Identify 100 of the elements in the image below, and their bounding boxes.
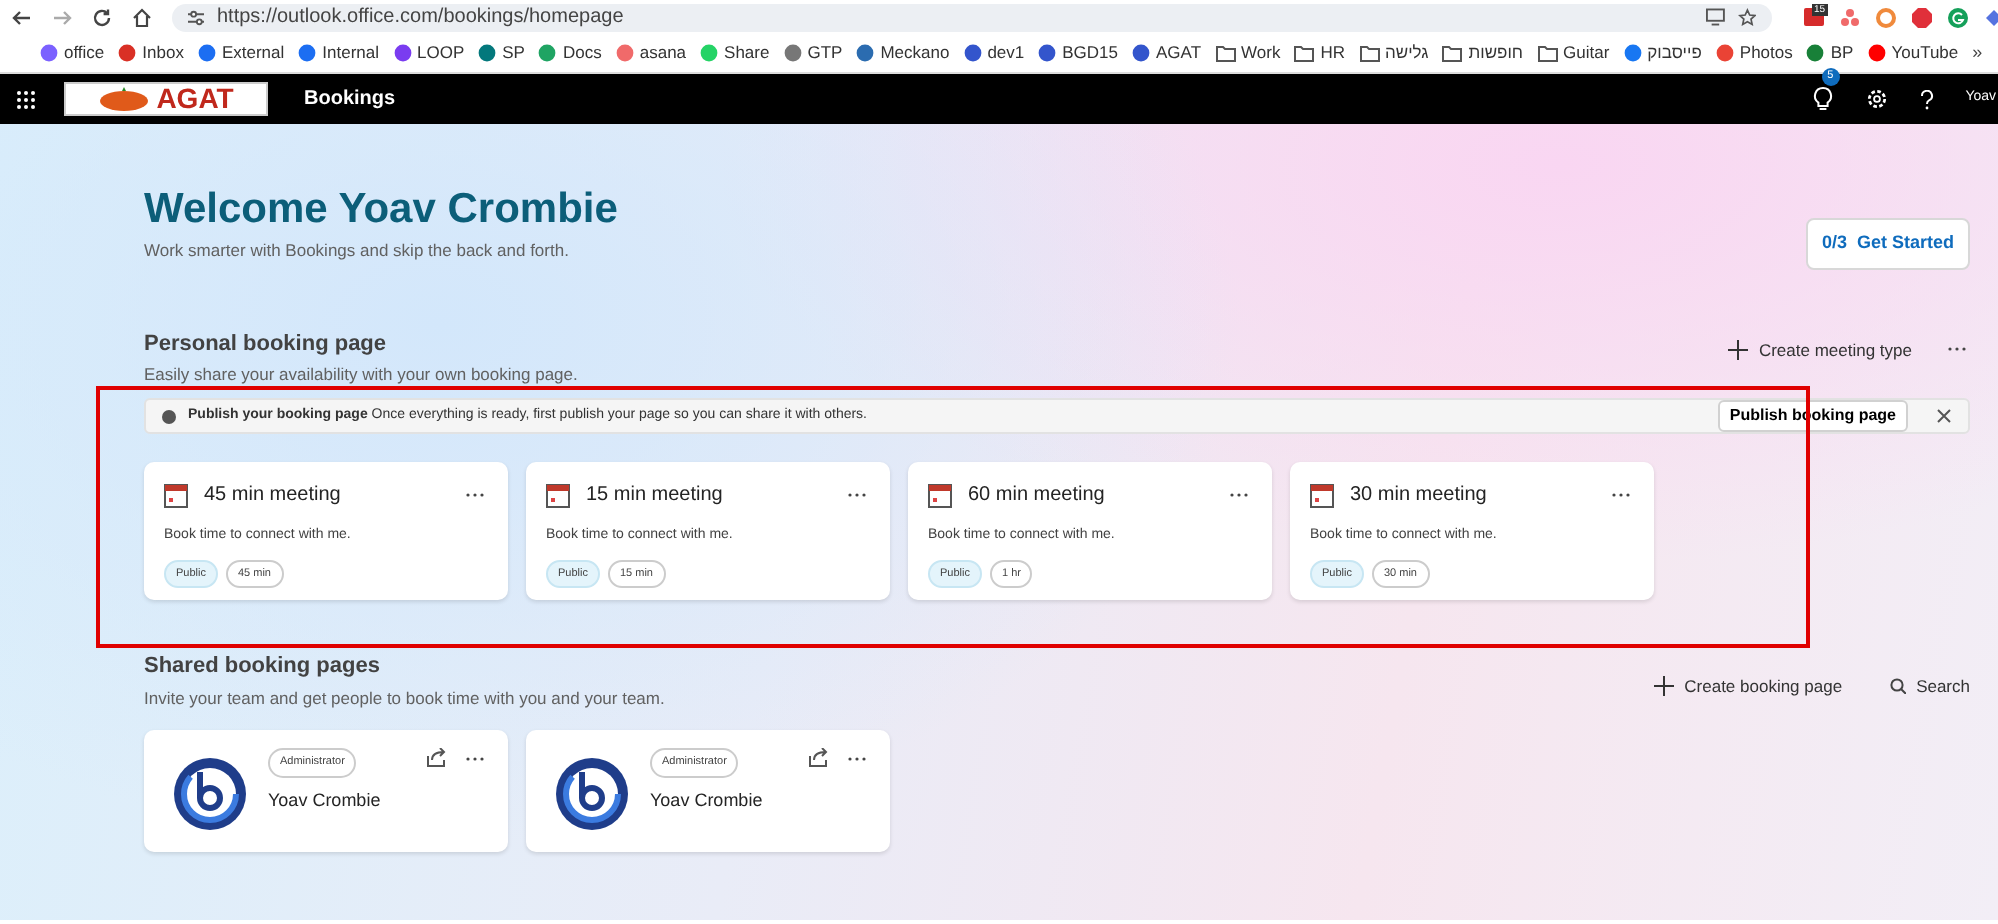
bookmark-link[interactable]: פייסבוק: [1623, 40, 1702, 66]
bookmark-link[interactable]: Internal: [298, 40, 380, 66]
create-meeting-type-button[interactable]: Create meeting type: [1728, 337, 1912, 363]
home-icon[interactable]: [132, 5, 152, 29]
bookmark-link[interactable]: Docs: [538, 40, 602, 66]
site-icon: [478, 44, 497, 62]
folder-icon: [1359, 44, 1379, 62]
bookmark-link[interactable]: SP: [478, 40, 525, 66]
back-icon[interactable]: [12, 5, 32, 29]
meeting-title: 45 min meeting: [204, 482, 341, 511]
meeting-title: 30 min meeting: [1350, 482, 1487, 511]
create-booking-page-button[interactable]: Create booking page: [1654, 673, 1843, 699]
section-subtitle: Easily share your availability with your own booking page.: [144, 361, 578, 387]
logo-text: AGAT: [156, 80, 234, 118]
share-icon[interactable]: [808, 748, 828, 769]
bookmark-link[interactable]: חופשות: [1442, 40, 1524, 66]
bookmark-link[interactable]: GTP: [783, 40, 843, 66]
app-name: Bookings: [304, 86, 396, 114]
get-started-button[interactable]: 0/3 Get Started: [1805, 218, 1970, 269]
bookmark-link[interactable]: dev1: [963, 40, 1025, 66]
page-owner-name: Yoav Crombie: [650, 787, 763, 814]
more-icon: [1948, 346, 1966, 353]
site-icon: [1715, 44, 1734, 62]
site-icon: [298, 44, 317, 62]
star-icon[interactable]: [1737, 7, 1756, 27]
folder-icon: [1442, 44, 1463, 62]
folder-icon: [1294, 44, 1315, 62]
bookmark-link[interactable]: Work: [1215, 40, 1281, 66]
site-icon: [1623, 44, 1642, 62]
welcome-heading: Welcome Yoav Crombie: [144, 184, 618, 235]
company-logo[interactable]: AGAT: [64, 82, 268, 116]
site-icon: [856, 44, 875, 62]
site-icon: [40, 44, 58, 62]
plus-icon: [1728, 340, 1749, 361]
meeting-title: 15 min meeting: [586, 482, 723, 511]
share-icon[interactable]: [426, 748, 446, 769]
install-icon[interactable]: [1706, 8, 1726, 26]
search-icon: [1890, 678, 1907, 694]
calendar-icon: [928, 483, 952, 508]
site-icon: [1038, 44, 1057, 62]
bookmark-link[interactable]: YouTube: [1867, 40, 1959, 66]
site-icon: [615, 44, 634, 62]
bookmark-link[interactable]: AGAT: [1132, 40, 1202, 66]
more-icon: [1612, 492, 1630, 499]
bookmark-link[interactable]: Meckano: [856, 40, 950, 66]
g-extension-icon[interactable]: [1948, 7, 1968, 27]
bookmark-link[interactable]: Share: [700, 40, 770, 66]
folder-icon: [1215, 44, 1236, 62]
section-heading: Shared booking pages: [144, 654, 382, 682]
welcome-subtitle: Work smarter with Bookings and skip the back and forth.: [144, 238, 571, 264]
site-icon: [700, 44, 719, 62]
bookmark-link[interactable]: asana: [615, 40, 687, 66]
page-owner-name: Yoav Crombie: [268, 787, 381, 814]
site-icon: [538, 44, 557, 62]
bookmark-link[interactable]: HR: [1294, 40, 1345, 66]
calendar-icon: [546, 483, 570, 508]
forward-icon[interactable]: [52, 5, 72, 29]
calendar-icon: [164, 483, 188, 508]
diamond-icon[interactable]: [1984, 7, 1998, 27]
site-icon: [118, 44, 137, 62]
section-subtitle: Invite your team and get people to book time with you and your team.: [144, 685, 665, 711]
bookmark-link[interactable]: גלישה: [1359, 40, 1429, 66]
section-heading: Personal booking page: [144, 331, 389, 358]
bookmark-link[interactable]: Inbox: [118, 40, 184, 66]
more-icon: [848, 492, 866, 499]
site-settings-icon[interactable]: [188, 9, 205, 25]
bookings-logo-icon: [554, 756, 630, 833]
site-icon: [393, 44, 412, 62]
site-icon: [1132, 44, 1151, 62]
meeting-title: 60 min meeting: [968, 482, 1105, 511]
reload-icon[interactable]: [92, 5, 112, 29]
more-icon: [1230, 492, 1248, 499]
bookmark-link[interactable]: BGD15: [1038, 40, 1119, 66]
bookings-logo-icon: [172, 756, 248, 833]
settings-icon[interactable]: [1865, 88, 1888, 110]
calendar-icon: [1310, 483, 1334, 508]
bookmark-link[interactable]: BP: [1806, 40, 1854, 66]
more-icon: [848, 755, 866, 762]
more-icon: [466, 755, 484, 762]
bookmark-link[interactable]: office: [40, 40, 105, 66]
site-icon: [963, 44, 982, 62]
folder-icon: [1537, 44, 1558, 62]
fruit-logo-icon: [98, 86, 151, 112]
site-icon: [1867, 44, 1886, 62]
plus-icon: [1654, 676, 1675, 696]
bookmark-link[interactable]: Photos: [1715, 40, 1793, 66]
bookmark-link[interactable]: LOOP: [393, 40, 465, 66]
more-icon: [466, 492, 484, 499]
ring-icon[interactable]: [1876, 7, 1896, 27]
site-icon: [783, 44, 802, 62]
site-icon: [1806, 44, 1825, 62]
site-icon: [197, 44, 216, 62]
help-icon[interactable]: [1919, 89, 1934, 109]
search-button[interactable]: Search: [1890, 673, 1970, 699]
bookmark-link[interactable]: Guitar: [1537, 40, 1610, 66]
info-icon: [162, 409, 176, 424]
app-launcher-icon[interactable]: [16, 89, 36, 109]
stop-sign-icon[interactable]: [1912, 7, 1932, 27]
more-bookmarks-button[interactable]: »: [1972, 44, 1983, 62]
bookmark-link[interactable]: External: [197, 40, 285, 66]
